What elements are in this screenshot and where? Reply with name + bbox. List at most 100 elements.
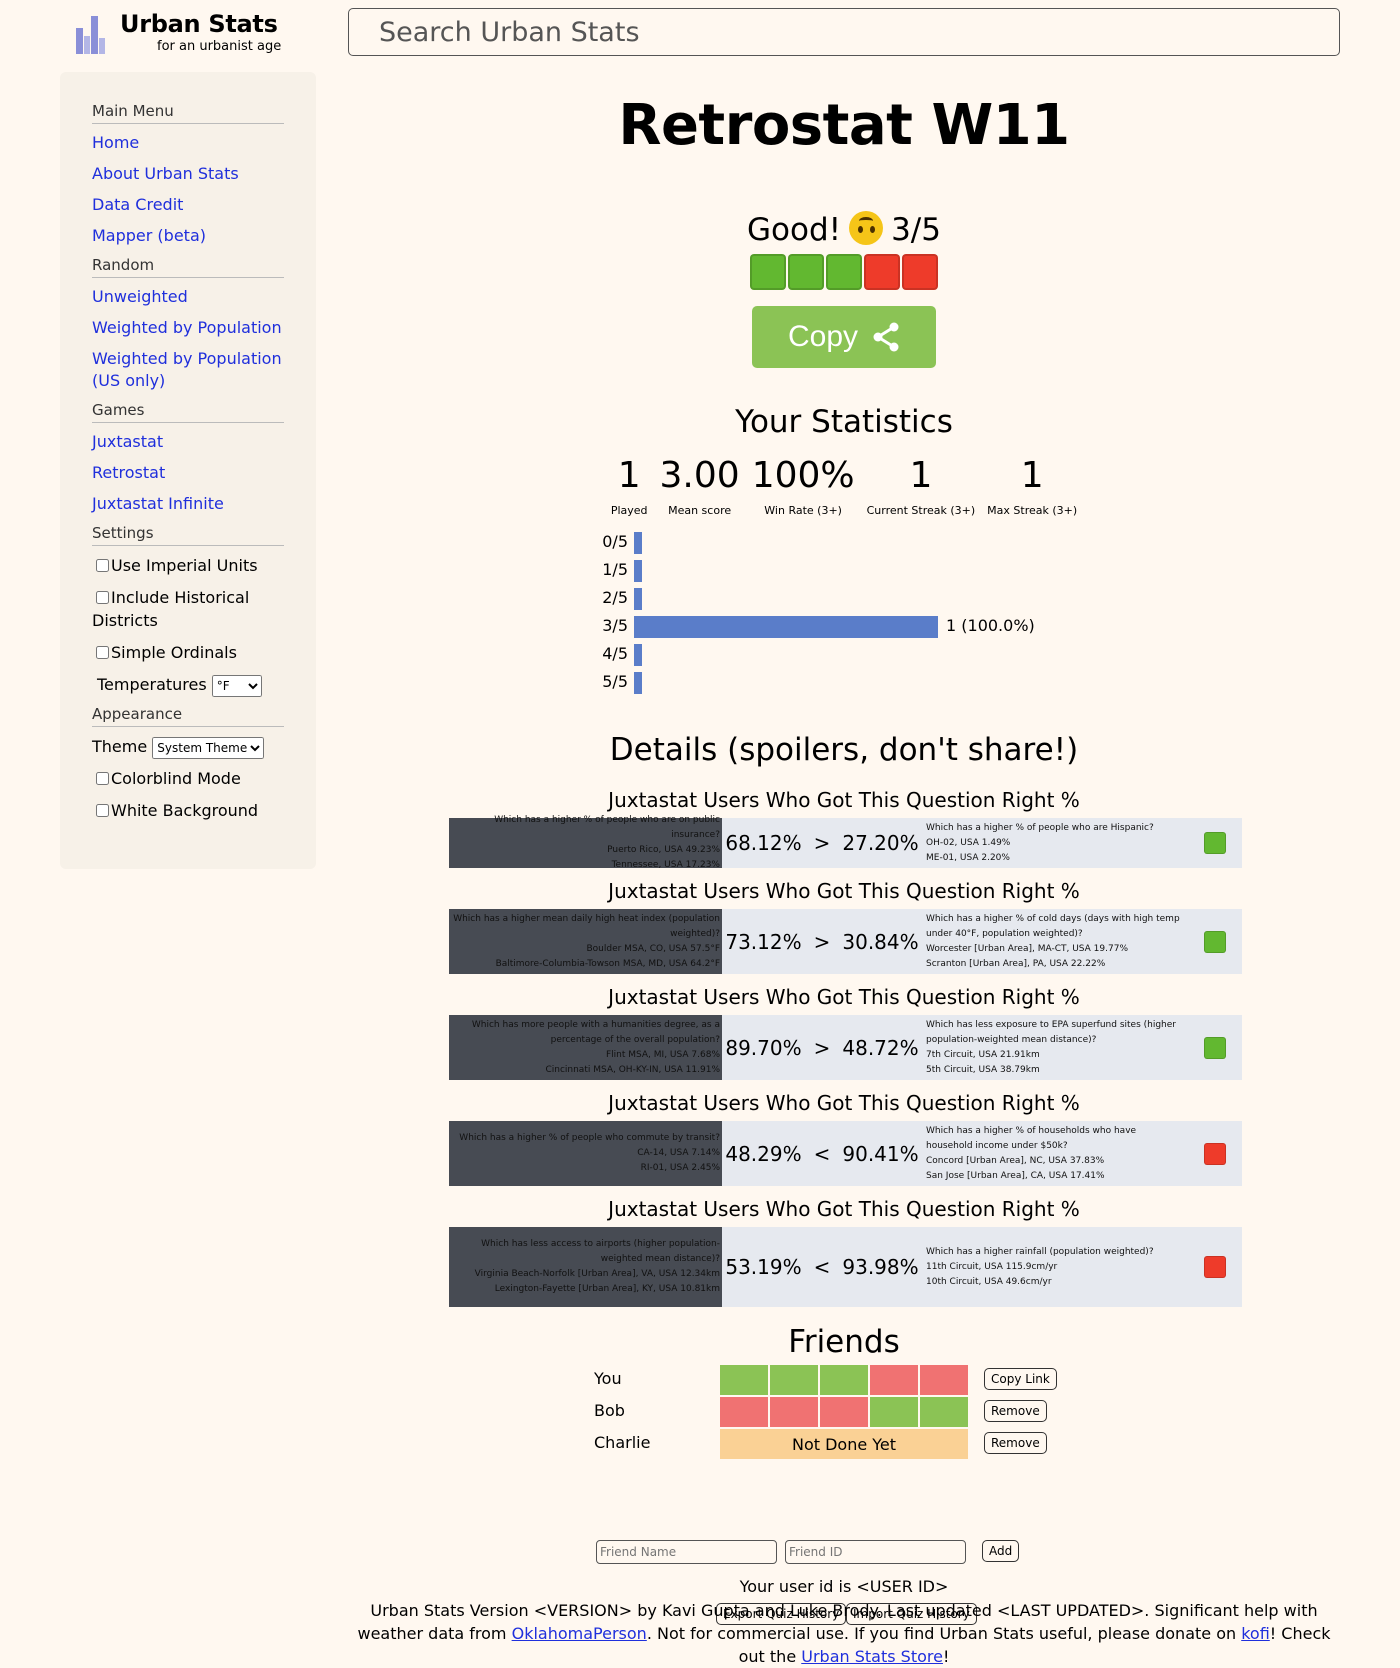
colorblind-mode-checkbox[interactable] (96, 772, 109, 785)
question-left-option-a: Flint MSA, MI, USA 7.68% (605, 1049, 720, 1060)
white-background-checkbox[interactable] (96, 804, 109, 817)
add-friend-button[interactable]: Add (982, 1540, 1020, 1562)
histogram-row: 1/5 (588, 556, 1188, 584)
question-left: Which has more people with a humanities … (449, 1015, 722, 1080)
statistics-title: Your Statistics (735, 404, 953, 440)
remove-friend-button[interactable]: Remove (984, 1400, 1047, 1422)
sidebar-link-data-credit[interactable]: Data Credit (92, 195, 183, 214)
result-squares (348, 254, 1340, 292)
question-percentages: 73.12% >30.84% (722, 909, 922, 974)
question-right-option-a: Worcester [Urban Area], MA-CT, USA 19.77… (926, 943, 1128, 954)
question-row: Which has more people with a humanities … (449, 1015, 1242, 1080)
stat-item: 1 Max Streak (3+) (981, 455, 1083, 518)
question-row: Which has a higher % of people who commu… (449, 1121, 1242, 1186)
sidebar-link-mapper[interactable]: Mapper (beta) (92, 226, 206, 245)
green-square-icon (826, 254, 862, 290)
footer-link-kofi[interactable]: kofi (1241, 1624, 1270, 1643)
histogram-bar (634, 672, 642, 694)
histogram-label: 2/5 (602, 588, 628, 607)
question-right-option-a: OH-02, USA 1.49% (926, 837, 1011, 848)
friends-title: Friends (788, 1324, 900, 1360)
histogram-row: 2/5 (588, 584, 1188, 612)
stat-item: 1 Played (605, 456, 654, 518)
correct-cell (920, 1397, 968, 1427)
question-left: Which has less access to airports (highe… (449, 1227, 722, 1307)
left-percentage: 53.19% (725, 1255, 802, 1279)
sidebar-section-appearance: Appearance (92, 705, 284, 727)
sidebar-link-weighted-population-us[interactable]: Weighted by Population (US only) (92, 349, 282, 390)
search-input[interactable] (348, 8, 1340, 56)
remove-friend-button[interactable]: Remove (984, 1432, 1047, 1454)
sidebar-section-random: Random (92, 256, 284, 278)
histogram-label: 0/5 (602, 532, 628, 551)
question-right-text: Which has less exposure to EPA superfund… (926, 1019, 1177, 1045)
histogram-label: 1/5 (602, 560, 628, 579)
footer-link-oklahomaperson[interactable]: OklahomaPerson (512, 1624, 647, 1643)
question-right-text: Which has a higher % of households who h… (926, 1125, 1137, 1151)
right-percentage: 90.41% (842, 1141, 919, 1166)
question-result (1188, 909, 1242, 974)
historical-districts-checkbox[interactable] (96, 591, 109, 604)
friend-name: Charlie (594, 1433, 651, 1452)
histogram-bar (634, 588, 642, 610)
stat-label: Played (610, 504, 648, 517)
footer-text: ! (942, 1647, 950, 1666)
question-left: Which has a higher % of people who commu… (449, 1121, 722, 1186)
imperial-units-checkbox[interactable] (96, 559, 109, 572)
wrong-cell (820, 1397, 868, 1427)
stat-label: Current Streak (3+) (866, 504, 976, 517)
question-left-option-a: Puerto Rico, USA 49.23% (607, 845, 720, 855)
simple-ordinals-label: Simple Ordinals (111, 643, 237, 662)
sidebar-link-juxtastat-infinite[interactable]: Juxtastat Infinite (92, 494, 224, 513)
question-left-option-a: Virginia Beach-Norfolk [Urban Area], VA,… (474, 1269, 720, 1279)
score-histogram: 0/5 1/5 2/5 3/5 1 (100.0%) 4/5 5/5 (588, 528, 1188, 696)
wrong-cell (720, 1397, 768, 1427)
stat-value: 3.00 (659, 455, 740, 496)
friend-name-input[interactable] (596, 1540, 777, 1564)
sidebar-link-juxtastat[interactable]: Juxtastat (92, 432, 163, 451)
upside-down-face-icon (849, 211, 884, 245)
green-square-icon (1204, 1036, 1226, 1059)
question-left-option-a: CA-14, USA 7.14% (637, 1148, 720, 1158)
friend-id-input[interactable] (785, 1540, 966, 1564)
simple-ordinals-checkbox[interactable] (96, 646, 109, 659)
footer-link-store[interactable]: Urban Stats Store (801, 1647, 943, 1666)
sidebar-link-retrostat[interactable]: Retrostat (92, 463, 165, 482)
red-square-icon (902, 254, 938, 290)
friend-status: Not Done Yet (720, 1429, 968, 1459)
question-left-text: Which has a higher mean daily high heat … (453, 913, 720, 939)
temperature-unit-select[interactable]: °F (211, 675, 262, 697)
question-result (1188, 1121, 1242, 1186)
question-left: Which has a higher % of people who are o… (449, 815, 722, 870)
friend-results (720, 1397, 968, 1427)
question-header: Juxtastat Users Who Got This Question Ri… (608, 879, 1080, 903)
right-percentage: 93.98% (842, 1255, 919, 1279)
question-left-option-b: Lexington-Fayette [Urban Area], KY, USA … (494, 1284, 720, 1294)
question-left-option-b: Baltimore-Columbia-Towson MSA, MD, USA 6… (495, 958, 720, 969)
question-percentages: 89.70% >48.72% (722, 1015, 922, 1080)
red-square-icon (1204, 1256, 1226, 1278)
theme-select[interactable]: System Theme (152, 737, 265, 759)
correct-cell (720, 1365, 768, 1395)
histogram-label: 3/5 (602, 616, 628, 635)
sidebar-link-unweighted[interactable]: Unweighted (92, 287, 188, 306)
question-left: Which has a higher mean daily high heat … (449, 909, 722, 974)
question-left-text: Which has a higher % of people who are o… (494, 815, 720, 840)
historical-districts-label: Include Historical Districts (92, 588, 250, 630)
copy-link-button[interactable]: Copy Link (984, 1368, 1057, 1390)
wrong-cell (870, 1365, 918, 1395)
green-square-icon (1204, 930, 1226, 953)
question-percentages: 53.19% <93.98% (722, 1227, 922, 1307)
theme-label: Theme (92, 737, 148, 756)
sidebar-link-about[interactable]: About Urban Stats (92, 164, 239, 183)
wrong-cell (770, 1397, 818, 1427)
question-right-option-b: San Jose [Urban Area], CA, USA 17.41% (926, 1170, 1105, 1181)
copy-button[interactable]: Copy (752, 306, 936, 368)
histogram-row: 3/5 1 (100.0%) (588, 612, 1188, 640)
question-row: Which has less access to airports (highe… (449, 1227, 1242, 1307)
stat-value: 1 (1020, 455, 1044, 496)
wrong-cell (920, 1365, 968, 1395)
logo[interactable]: Urban Stats for an urbanist age (76, 10, 281, 54)
sidebar-link-weighted-population[interactable]: Weighted by Population (92, 318, 282, 337)
sidebar-link-home[interactable]: Home (92, 133, 139, 152)
